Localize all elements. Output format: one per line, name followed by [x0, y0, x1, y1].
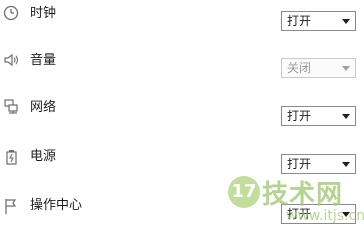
chevron-down-icon [342, 19, 350, 24]
volume-behavior-value: 关闭 [287, 61, 312, 75]
setting-label-action-center: 操作中心 [30, 198, 83, 213]
clock-behavior-value: 打开 [287, 14, 312, 28]
network-behavior-select[interactable]: 打开 [281, 106, 356, 126]
watermark-text: 技术网 [262, 180, 344, 210]
setting-row-volume: 音量 关闭 [0, 46, 364, 92]
setting-label-power: 电源 [30, 149, 57, 164]
setting-label-volume: 音量 [30, 53, 57, 68]
network-behavior-value: 打开 [287, 109, 312, 123]
site-watermark: 17 技术网 www.itjs.cn [228, 168, 364, 238]
volume-behavior-select[interactable]: 关闭 [281, 58, 356, 78]
setting-row-network: 网络 打开 [0, 92, 364, 138]
power-icon [3, 148, 21, 166]
flag-icon [3, 197, 21, 215]
setting-label-network: 网络 [30, 100, 57, 115]
clock-behavior-select[interactable]: 打开 [281, 11, 356, 31]
network-icon [3, 98, 21, 116]
watermark-badge: 17 [228, 176, 260, 208]
setting-row-clock: 时钟 打开 [0, 0, 364, 46]
setting-label-clock: 时钟 [30, 6, 57, 21]
speaker-icon [3, 51, 21, 69]
chevron-down-icon [342, 66, 350, 71]
clock-icon [3, 4, 21, 22]
chevron-down-icon [342, 114, 350, 119]
chevron-down-icon [342, 162, 350, 167]
watermark-url: www.itjs.cn [286, 208, 364, 224]
